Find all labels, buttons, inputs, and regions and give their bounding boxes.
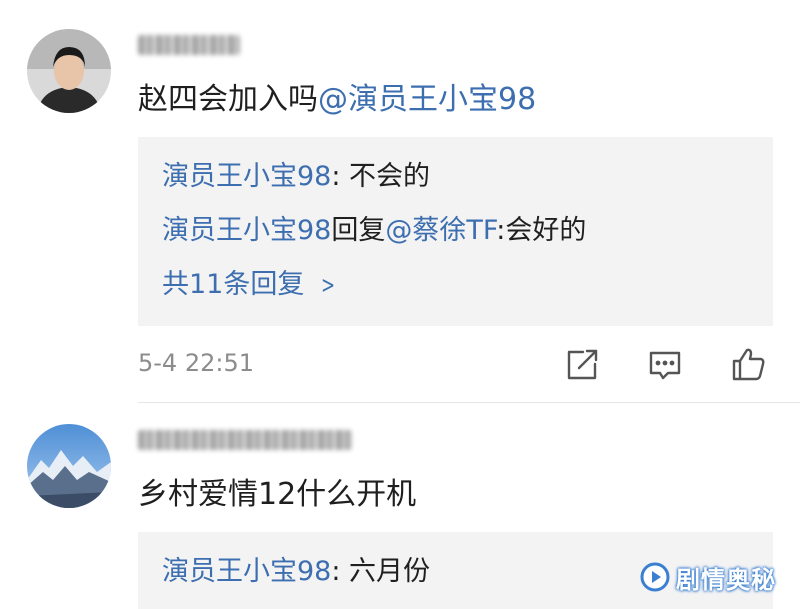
reply-verb: 回复 xyxy=(331,215,386,246)
reply-item: 演员王小宝98: 六月份 xyxy=(162,554,430,590)
comment-body: 赵四会加入吗 xyxy=(138,82,318,117)
comment-text: 赵四会加入吗@演员王小宝98 xyxy=(138,80,536,120)
reply-item: 演员王小宝98回复@蔡徐TF:会好的 xyxy=(162,213,586,249)
reply-separator: : xyxy=(331,556,350,587)
watermark: 剧情奥秘 xyxy=(640,554,788,600)
reply-text: 会好的 xyxy=(505,215,587,246)
reply-author[interactable]: 演员王小宝98 xyxy=(162,161,331,192)
mention-link[interactable]: @演员王小宝98 xyxy=(318,82,536,117)
more-replies-link[interactable]: 共11条回复 > xyxy=(162,267,338,303)
timestamp: 5-4 22:51 xyxy=(138,349,254,377)
share-icon[interactable] xyxy=(563,346,601,384)
reply-text: 不会的 xyxy=(349,161,431,192)
comment-icon[interactable] xyxy=(646,346,684,384)
avatar[interactable] xyxy=(27,424,111,508)
reply-box: 演员王小宝98: 不会的 演员王小宝98回复@蔡徐TF:会好的 共11条回复 > xyxy=(138,137,773,326)
reply-separator: : xyxy=(331,161,350,192)
reply-text: 六月份 xyxy=(349,556,431,587)
comment-text: 乡村爱情12什么开机 xyxy=(138,477,417,512)
reply-author[interactable]: 演员王小宝98 xyxy=(162,556,331,587)
reply-target[interactable]: @蔡徐TF xyxy=(385,215,496,246)
comment-divider xyxy=(138,402,800,403)
reply-author[interactable]: 演员王小宝98 xyxy=(162,215,331,246)
avatar[interactable] xyxy=(27,29,111,113)
watermark-text: 剧情奥秘 xyxy=(676,565,776,594)
chevron-right-icon: > xyxy=(321,271,336,299)
username-blurred[interactable] xyxy=(138,430,352,450)
more-replies-label: 共11条回复 xyxy=(162,269,305,300)
like-icon[interactable] xyxy=(729,344,767,382)
username-blurred[interactable] xyxy=(138,35,240,55)
reply-item: 演员王小宝98: 不会的 xyxy=(162,159,430,195)
play-logo-icon xyxy=(640,562,670,592)
